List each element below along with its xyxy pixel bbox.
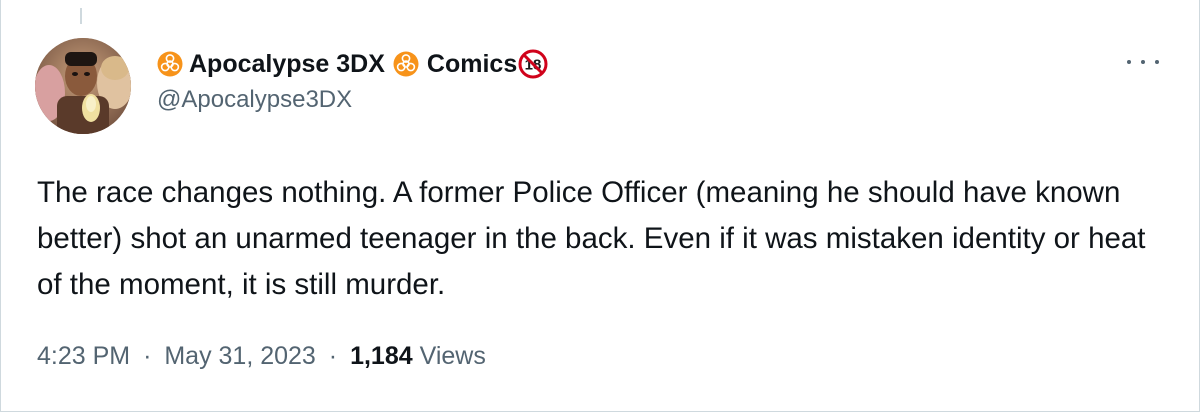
- views-label: Views: [419, 342, 486, 370]
- more-icon-dot: [1141, 60, 1145, 64]
- biohazard-icon: [157, 51, 183, 77]
- avatar-image: [35, 38, 131, 134]
- display-name-part2[interactable]: Comics: [427, 50, 517, 79]
- views-count[interactable]: 1,184: [350, 342, 413, 370]
- tweet-meta: 4:23 PM · May 31, 2023 · 1,184 Views: [37, 342, 486, 371]
- meta-separator: ·: [143, 342, 152, 370]
- tweet-card: Apocalypse 3DX Comics 18 @Apocalypse3DX …: [0, 0, 1200, 412]
- author-name-row[interactable]: Apocalypse 3DX Comics 18: [157, 46, 548, 82]
- author-handle[interactable]: @Apocalypse3DX: [157, 86, 548, 114]
- tweet-header: Apocalypse 3DX Comics 18 @Apocalypse3DX: [157, 46, 548, 114]
- tweet-time[interactable]: 4:23 PM: [37, 342, 130, 370]
- display-name-part1[interactable]: Apocalypse 3DX: [189, 50, 385, 79]
- tweet-date[interactable]: May 31, 2023: [164, 342, 316, 370]
- biohazard-icon: [393, 51, 419, 77]
- avatar[interactable]: [35, 38, 131, 134]
- no-under-18-icon: 18: [518, 49, 548, 79]
- meta-separator: ·: [328, 342, 338, 370]
- thread-connector-line: [80, 8, 82, 24]
- more-icon-dot: [1155, 60, 1159, 64]
- tweet-text: The race changes nothing. A former Polic…: [37, 176, 1146, 301]
- more-icon-dot: [1127, 60, 1131, 64]
- more-options-button[interactable]: [1127, 52, 1159, 72]
